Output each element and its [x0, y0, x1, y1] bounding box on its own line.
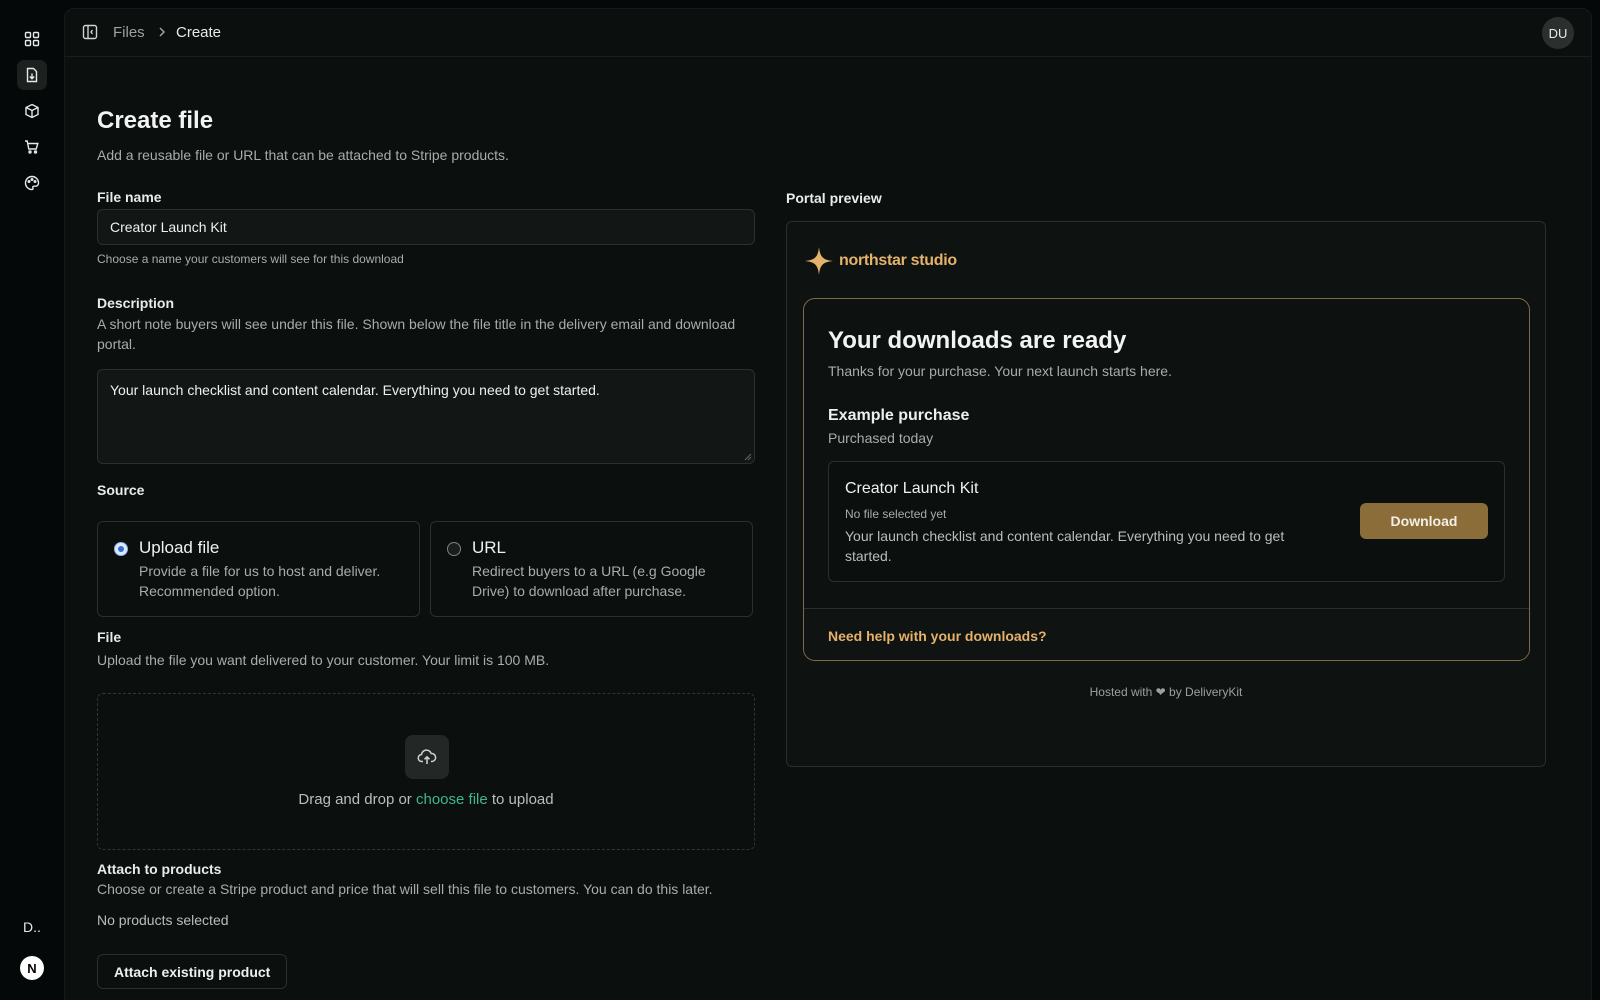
description-helper: A short note buyers will see under this …: [97, 316, 736, 352]
file-dropzone[interactable]: Drag and drop or choose file to upload: [97, 693, 755, 850]
four-point-star-icon: [805, 247, 833, 275]
palette-icon[interactable]: [17, 168, 47, 198]
breadcrumb-files[interactable]: Files: [113, 24, 145, 41]
source-option-description: Provide a file for us to host and delive…: [139, 563, 381, 599]
help-footer: Need help with your downloads?: [804, 608, 1529, 660]
portal-preview: northstar studio Your downloads are read…: [786, 221, 1546, 767]
purchase-date: Purchased today: [828, 430, 934, 446]
brand-name: northstar studio: [839, 252, 957, 269]
download-button[interactable]: Download: [1360, 503, 1488, 539]
file-helper: Upload the file you want delivered to yo…: [97, 652, 550, 668]
top-bar: Files Create DU: [65, 9, 1591, 57]
chevron-right-icon: [155, 25, 169, 39]
download-item-status: No file selected yet: [845, 507, 947, 521]
source-label: Source: [97, 482, 145, 498]
dashboard-grid-icon[interactable]: [17, 24, 47, 54]
downloads-title: Your downloads are ready: [828, 327, 1127, 354]
download-item-description: Your launch checklist and content calend…: [845, 528, 1285, 564]
attach-products-status: No products selected: [97, 912, 229, 928]
user-menu-avatar[interactable]: N: [20, 956, 44, 980]
source-option-description: Redirect buyers to a URL (e.g Google Dri…: [472, 563, 706, 599]
purchase-title: Example purchase: [828, 407, 970, 424]
package-box-icon[interactable]: [17, 96, 47, 126]
downloads-subtitle: Thanks for your purchase. Your next laun…: [828, 363, 1172, 379]
description-label: Description: [97, 295, 175, 311]
file-label: File: [97, 629, 122, 645]
download-item: Creator Launch Kit No file selected yet …: [828, 461, 1505, 582]
dropzone-prefix: Drag and drop or: [298, 791, 416, 808]
description-textarea[interactable]: Your launch checklist and content calend…: [97, 369, 755, 464]
source-option-title: URL: [472, 538, 507, 557]
main-panel: Files Create DU Create file Add a reusab…: [64, 8, 1592, 1000]
choose-file-link[interactable]: choose file: [416, 791, 488, 808]
file-name-helper: Choose a name your customers will see fo…: [97, 252, 404, 266]
shopping-cart-icon[interactable]: [17, 132, 47, 162]
attach-products-helper: Choose or create a Stripe product and pr…: [97, 881, 713, 897]
source-option-upload[interactable]: Upload file Provide a file for us to hos…: [97, 521, 420, 617]
radio-button-url[interactable]: [447, 542, 461, 556]
resize-grip-icon[interactable]: [744, 453, 752, 461]
page-title: Create file: [97, 107, 214, 134]
file-name-input[interactable]: Creator Launch Kit: [97, 209, 755, 245]
source-option-title: Upload file: [139, 538, 220, 557]
page-subtitle: Add a reusable file or URL that can be a…: [97, 147, 509, 163]
help-link[interactable]: Need help with your downloads?: [828, 628, 1047, 644]
sidebar-toggle-icon[interactable]: [82, 24, 98, 40]
file-download-icon[interactable]: [17, 60, 47, 90]
dropzone-suffix: to upload: [487, 791, 554, 808]
download-item-name: Creator Launch Kit: [845, 480, 979, 497]
portal-preview-label: Portal preview: [786, 190, 882, 206]
dropzone-text: Drag and drop or choose file to upload: [98, 791, 754, 808]
description-text: Your launch checklist and content calend…: [110, 382, 600, 398]
account-avatar[interactable]: DU: [1542, 17, 1574, 49]
source-option-url[interactable]: URL Redirect buyers to a URL (e.g Google…: [430, 521, 753, 617]
radio-button-upload[interactable]: [114, 542, 128, 556]
attach-existing-product-button[interactable]: Attach existing product: [97, 954, 288, 989]
attach-products-label: Attach to products: [97, 861, 222, 877]
breadcrumb-current: Create: [176, 24, 222, 41]
hosted-by-text: Hosted with ❤ by DeliveryKit: [1089, 685, 1243, 699]
icon-rail: D.. N: [0, 0, 64, 1000]
workspace-switcher[interactable]: D..: [23, 919, 41, 935]
brand-logo: northstar studio: [804, 246, 957, 276]
file-name-label: File name: [97, 189, 162, 205]
downloads-card: Your downloads are ready Thanks for your…: [803, 298, 1530, 661]
upload-cloud-icon[interactable]: [405, 735, 449, 779]
